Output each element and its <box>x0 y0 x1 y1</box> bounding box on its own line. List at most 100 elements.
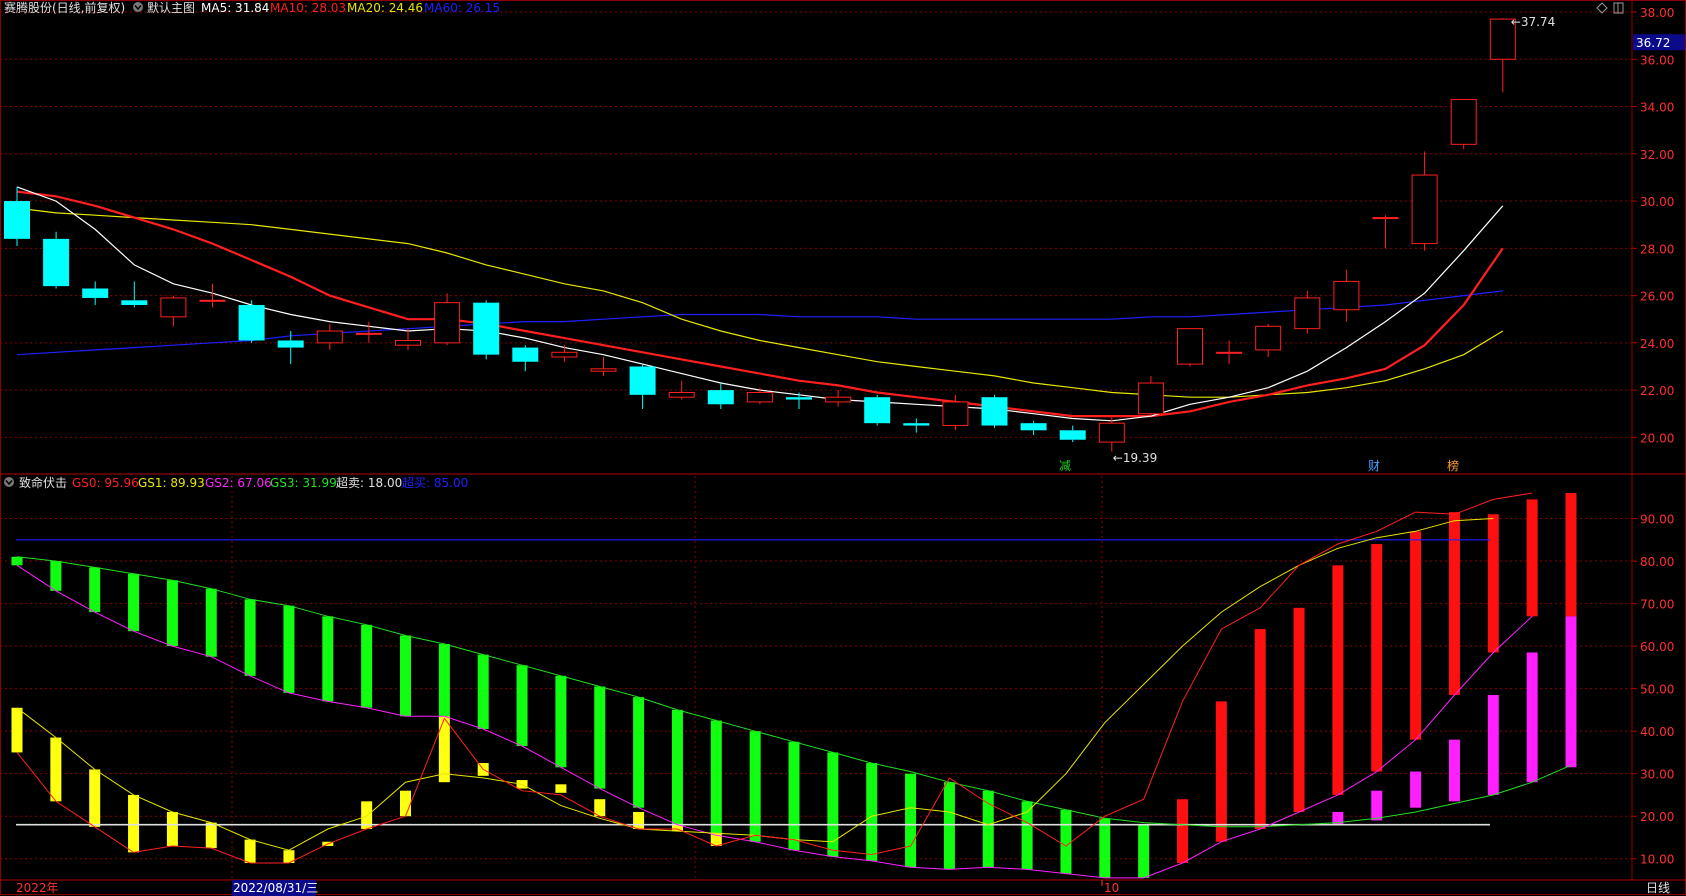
candle[interactable] <box>629 364 656 410</box>
indicator-bar[interactable] <box>322 616 334 702</box>
indicator-bar[interactable] <box>1293 607 1305 812</box>
indicator-bar[interactable] <box>1410 531 1422 740</box>
candle[interactable] <box>825 390 852 407</box>
candle[interactable] <box>707 383 734 410</box>
candle[interactable] <box>277 331 304 365</box>
candle[interactable] <box>1059 425 1086 443</box>
candle[interactable] <box>1098 416 1125 452</box>
sub-indicator-menu-icon[interactable] <box>4 477 14 487</box>
gs1-bar[interactable] <box>128 794 140 853</box>
indicator-bar[interactable] <box>244 599 256 676</box>
candle[interactable] <box>1177 328 1203 367</box>
indicator-bar[interactable] <box>710 720 722 836</box>
candle[interactable] <box>1450 98 1477 150</box>
indicator-bar[interactable] <box>11 556 23 566</box>
indicator-bar[interactable] <box>1487 514 1499 653</box>
candle[interactable] <box>590 357 617 376</box>
candle[interactable] <box>1216 340 1243 365</box>
indicator-bar[interactable] <box>866 763 878 861</box>
candle[interactable] <box>316 323 343 350</box>
indicator-bar[interactable] <box>283 605 295 693</box>
gs1-bar[interactable] <box>400 790 411 817</box>
candle[interactable] <box>434 293 461 346</box>
indicator-bar[interactable] <box>1215 701 1227 842</box>
indicator-bar[interactable] <box>516 665 528 747</box>
indicator-bars[interactable] <box>11 493 1577 878</box>
indicator-bar[interactable] <box>1177 799 1188 863</box>
sub-indicator-name[interactable]: 致命伏击 <box>19 475 67 490</box>
event-mark-finance[interactable]: 财 <box>1368 459 1380 473</box>
candle[interactable] <box>82 281 109 306</box>
candle[interactable] <box>1255 323 1282 358</box>
gs1-bar[interactable] <box>633 811 645 829</box>
candle[interactable] <box>4 186 30 246</box>
indicator-menu-icon[interactable] <box>133 2 143 12</box>
indicator-bar[interactable] <box>477 654 489 730</box>
indicator-bar[interactable] <box>361 624 373 708</box>
indicator-bar[interactable] <box>943 782 955 870</box>
candle[interactable] <box>551 345 578 362</box>
event-mark-reduce[interactable]: 减 <box>1059 459 1071 473</box>
candle[interactable] <box>512 345 539 372</box>
candle[interactable] <box>160 295 187 327</box>
indicator-bar[interactable] <box>982 790 994 868</box>
indicator-bar[interactable] <box>1254 629 1266 829</box>
candle[interactable] <box>903 418 930 433</box>
indicator-bar[interactable] <box>555 675 567 768</box>
indicator-bar[interactable] <box>1371 544 1383 772</box>
gs2-bar[interactable] <box>1410 771 1422 808</box>
indicator-bar[interactable] <box>1099 818 1111 878</box>
indicator-bar[interactable] <box>205 588 217 657</box>
candle[interactable] <box>1294 290 1321 334</box>
candle[interactable] <box>981 394 1008 428</box>
gs1-bar[interactable] <box>11 707 23 753</box>
gs1-bar[interactable] <box>438 716 450 783</box>
stock-chart[interactable]: 20.00 22.00 24.00 26.00 28.00 30.00 32.00 34.00… <box>0 0 1686 896</box>
gs1-bar[interactable] <box>89 769 101 827</box>
gs1-bar[interactable] <box>166 811 178 846</box>
indicator-bar[interactable] <box>1565 493 1577 617</box>
candle[interactable] <box>1333 269 1360 322</box>
candle[interactable] <box>864 394 891 426</box>
gs1-bar[interactable] <box>205 822 217 849</box>
candle[interactable] <box>1411 151 1438 251</box>
indicator-bar[interactable] <box>788 741 800 851</box>
candle[interactable] <box>1137 375 1164 417</box>
indicator-bar[interactable] <box>1060 809 1072 874</box>
indicator-bar[interactable] <box>633 697 645 808</box>
gs2-bar[interactable] <box>1371 790 1383 821</box>
candle[interactable] <box>786 392 812 410</box>
gs1-bar[interactable] <box>50 737 62 802</box>
candle[interactable] <box>1372 215 1399 249</box>
candle[interactable] <box>1020 420 1047 436</box>
candle[interactable] <box>395 328 421 350</box>
indicator-bar[interactable] <box>400 635 411 717</box>
indicator-bar[interactable] <box>827 752 839 857</box>
indicator-bar[interactable] <box>166 580 178 647</box>
indicator-bar[interactable] <box>438 643 450 717</box>
gs2-bar[interactable] <box>1448 739 1460 802</box>
candle[interactable] <box>43 231 70 289</box>
gs2-bar[interactable] <box>1565 616 1577 768</box>
indicator-bar[interactable] <box>671 709 683 825</box>
gs1-bar[interactable] <box>555 784 567 793</box>
candle[interactable] <box>238 300 265 343</box>
event-mark-ranking[interactable]: 榜 <box>1447 458 1459 473</box>
candle[interactable] <box>473 300 500 360</box>
indicator-bar[interactable] <box>1526 499 1538 617</box>
indicator-bar[interactable] <box>89 567 101 613</box>
indicator-bar[interactable] <box>594 686 606 789</box>
gs1-bar[interactable] <box>244 839 256 863</box>
indicator-bar[interactable] <box>905 773 917 868</box>
stock-title[interactable]: 赛腾股份(日线,前复权) <box>4 0 125 15</box>
indicator-bar[interactable] <box>128 573 140 632</box>
gs2-bar[interactable] <box>1526 652 1538 783</box>
gs2-bar[interactable] <box>1487 695 1499 795</box>
indicator-bar[interactable] <box>1332 565 1344 795</box>
indicator-bar[interactable] <box>1138 824 1150 878</box>
main-indicator-name[interactable]: 默认主图 <box>147 0 195 15</box>
candlestick-series[interactable] <box>4 18 1516 452</box>
candle[interactable] <box>121 281 148 308</box>
indicator-bar[interactable] <box>50 561 62 591</box>
candle[interactable] <box>1489 18 1516 93</box>
